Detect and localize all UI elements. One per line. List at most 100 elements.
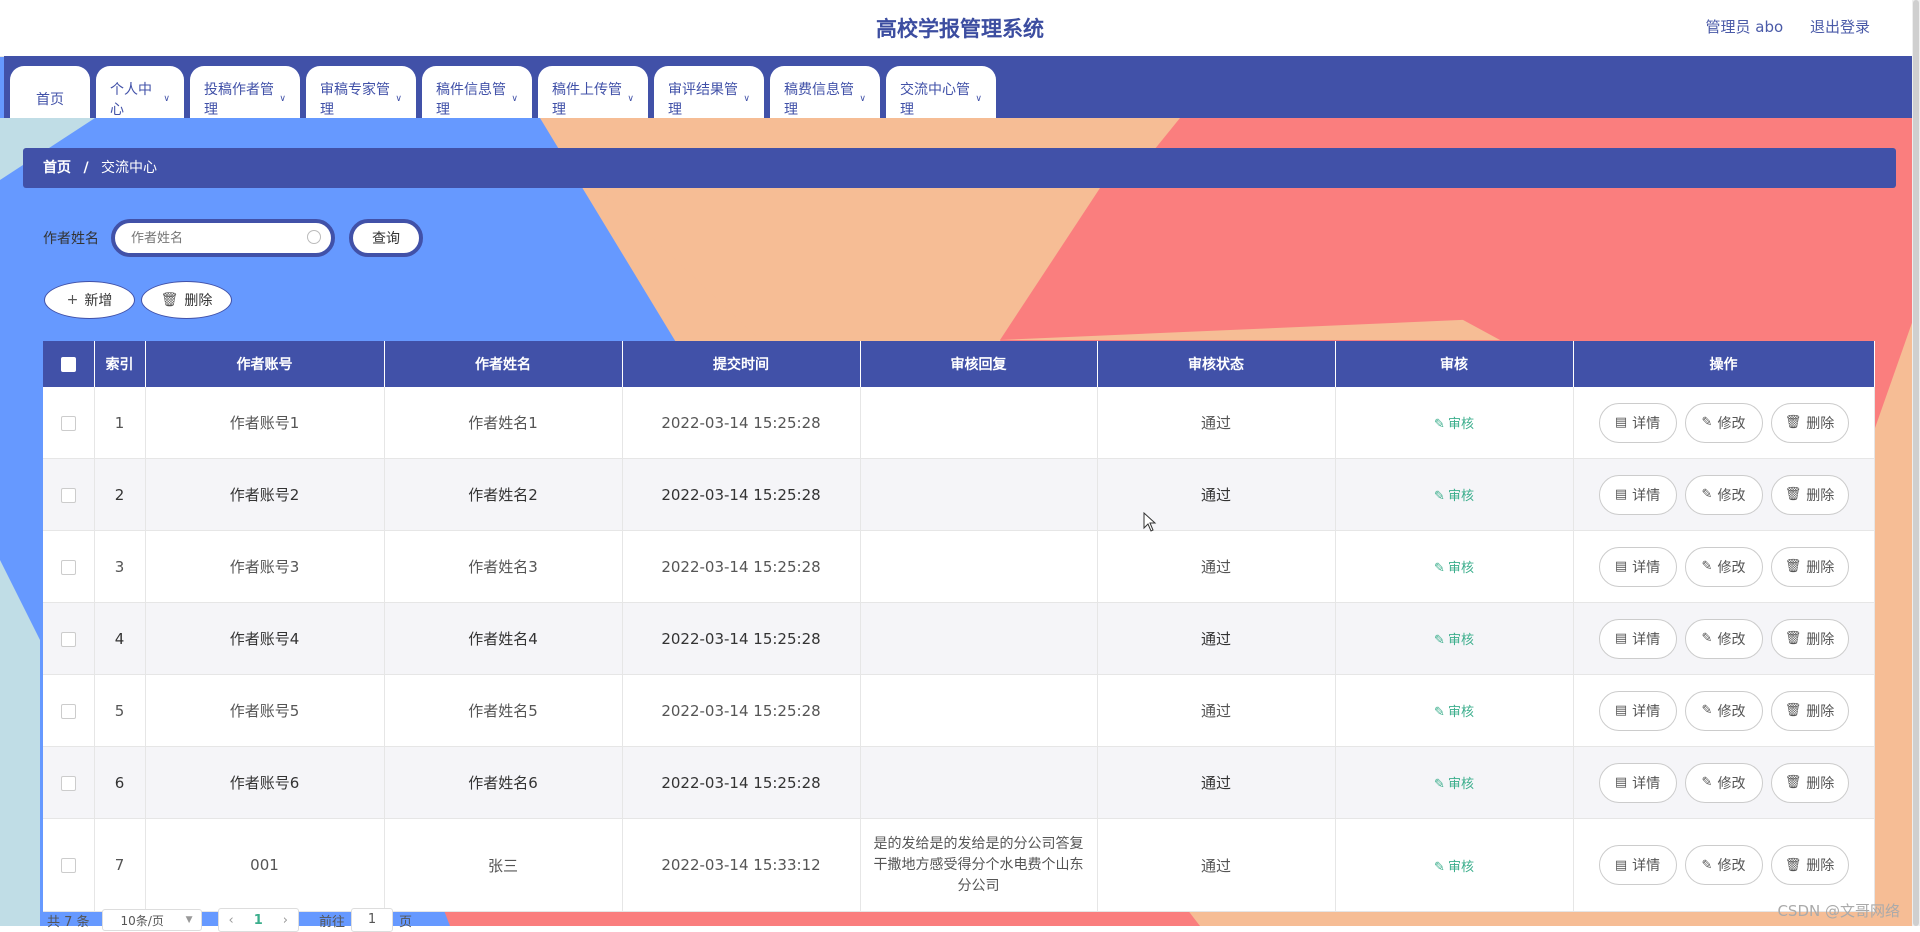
cell-name: 作者姓名2 — [384, 458, 623, 531]
delete-button[interactable]: 🗑 删除 — [1770, 402, 1849, 443]
current-page[interactable]: 1 — [244, 913, 273, 928]
edit-button[interactable]: ✎ 修改 — [1684, 474, 1763, 515]
nav-tab[interactable]: 个人中心 ∨ — [96, 66, 184, 118]
row-checkbox[interactable] — [60, 559, 76, 575]
header-ops: 操作 — [1573, 341, 1875, 387]
edit-button[interactable]: ✎ 修改 — [1684, 618, 1763, 659]
edit-button[interactable]: ✎ 修改 — [1684, 546, 1763, 587]
search-input[interactable] — [129, 229, 303, 247]
detail-button[interactable]: ▤ 详情 — [1598, 474, 1677, 515]
row-checkbox[interactable] — [60, 415, 76, 431]
table-row: 7 001 张三 2022-03-14 15:33:12 是的发给是的发给是的分公司答复… — [43, 818, 1875, 912]
pencil-icon: ✎ — [1434, 489, 1445, 504]
cell-audit: ✎ 审核 — [1335, 674, 1574, 747]
header-status: 审核状态 — [1097, 341, 1336, 387]
select-all-checkbox[interactable] — [60, 356, 76, 372]
cell-reply — [860, 530, 1098, 603]
detail-button[interactable]: ▤ 详情 — [1598, 845, 1677, 885]
audit-link[interactable]: ✎ 审核 — [1434, 777, 1474, 792]
search-button[interactable]: 查询 — [349, 219, 423, 257]
header-reply: 审核回复 — [860, 341, 1098, 387]
delete-button[interactable]: 🗑 删除 — [1770, 845, 1849, 885]
audit-link[interactable]: ✎ 审核 — [1434, 860, 1474, 875]
user-label[interactable]: 管理员 abo — [1706, 18, 1784, 36]
delete-button[interactable]: 🗑 删除 — [1770, 762, 1849, 803]
cell-ops: ▤ 详情 ✎ 修改 🗑 删除 — [1573, 458, 1875, 531]
delete-button[interactable]: 🗑 删除 — [1770, 474, 1849, 515]
goto-page-input[interactable]: 1 — [351, 908, 394, 932]
delete-button[interactable]: 🗑 删除 — [1770, 618, 1849, 659]
nav-tab[interactable]: 稿件上传管理 ∨ — [538, 66, 648, 118]
chevron-down-icon: ∨ — [511, 94, 518, 104]
prev-page-icon[interactable]: ‹ — [219, 913, 244, 928]
row-select-cell — [43, 387, 95, 459]
delete-button[interactable]: 🗑 删除 — [1770, 690, 1849, 731]
cell-reply — [860, 746, 1098, 819]
search-box — [111, 219, 335, 257]
detail-button[interactable]: ▤ 详情 — [1598, 690, 1677, 731]
nav-tab-label: 交流中心管理 — [900, 82, 970, 118]
header-index: 索引 — [94, 341, 146, 387]
cell-index: 1 — [94, 387, 146, 459]
document-icon: ▤ — [1614, 415, 1628, 430]
nav-tab[interactable]: 交流中心管理 ∨ — [886, 66, 996, 118]
next-page-icon[interactable]: › — [273, 913, 298, 928]
cell-submit-time: 2022-03-14 15:25:28 — [622, 602, 861, 675]
detail-label: 详情 — [1632, 487, 1661, 504]
pencil-icon: ✎ — [1701, 775, 1713, 790]
audit-link[interactable]: ✎ 审核 — [1434, 417, 1474, 432]
page-size-select[interactable]: 10条/页 ▼ — [101, 909, 202, 931]
delete-button[interactable]: 🗑 删除 — [1770, 546, 1849, 587]
delete-label: 删除 — [1806, 703, 1835, 720]
nav-tab[interactable]: 审评结果管理 ∨ — [654, 66, 764, 118]
detail-button[interactable]: ▤ 详情 — [1598, 546, 1677, 587]
detail-button[interactable]: ▤ 详情 — [1598, 762, 1677, 803]
breadcrumb-home[interactable]: 首页 — [43, 160, 71, 176]
row-select-cell — [43, 530, 95, 603]
detail-button[interactable]: ▤ 详情 — [1598, 618, 1677, 659]
chevron-down-icon: ∨ — [627, 94, 634, 104]
cell-ops: ▤ 详情 ✎ 修改 🗑 删除 — [1573, 530, 1875, 603]
row-checkbox[interactable] — [60, 703, 76, 719]
cell-name: 作者姓名4 — [384, 602, 623, 675]
audit-link[interactable]: ✎ 审核 — [1434, 705, 1474, 720]
logout-button[interactable]: 退出登录 — [1810, 18, 1870, 36]
nav-tab[interactable]: 首页 — [10, 66, 90, 118]
edit-button[interactable]: ✎ 修改 — [1684, 762, 1763, 803]
audit-link[interactable]: ✎ 审核 — [1434, 633, 1474, 648]
edit-button[interactable]: ✎ 修改 — [1684, 690, 1763, 731]
edit-button[interactable]: ✎ 修改 — [1684, 845, 1763, 885]
edit-label: 修改 — [1717, 559, 1746, 576]
cell-audit: ✎ 审核 — [1335, 818, 1574, 912]
row-checkbox[interactable] — [60, 858, 76, 873]
batch-delete-button[interactable]: 🗑 删除 — [141, 281, 232, 319]
detail-label: 详情 — [1632, 415, 1661, 432]
nav-tab[interactable]: 投稿作者管理 ∨ — [190, 66, 300, 118]
cell-submit-time: 2022-03-14 15:25:28 — [622, 746, 861, 819]
row-select-cell — [43, 458, 95, 531]
cell-reply: 是的发给是的发给是的分公司答复干撒地方感受得分个水电费个山东分公司 — [860, 818, 1098, 912]
audit-link[interactable]: ✎ 审核 — [1434, 489, 1474, 504]
cell-status: 通过 — [1097, 818, 1336, 912]
search-label: 作者姓名 — [43, 231, 99, 247]
header-account: 作者账号 — [145, 341, 385, 387]
nav-tabs: 首页 个人中心 ∨ 投稿作者管理 ∨ 审稿专家管理 ∨ 稿件信息管理 ∨ 稿件上传管理 ∨ 审评结果管… — [10, 66, 996, 118]
detail-button[interactable]: ▤ 详情 — [1598, 402, 1677, 443]
nav-tab[interactable]: 审稿专家管理 ∨ — [306, 66, 416, 118]
cell-status: 通过 — [1097, 458, 1336, 531]
nav-tab[interactable]: 稿件信息管理 ∨ — [422, 66, 532, 118]
row-checkbox[interactable] — [60, 631, 76, 647]
row-checkbox[interactable] — [60, 487, 76, 503]
nav-tab[interactable]: 稿费信息管理 ∨ — [770, 66, 880, 118]
detail-label: 详情 — [1632, 775, 1661, 792]
nav-tab-label: 首页 — [36, 92, 64, 108]
add-button[interactable]: + 新增 — [44, 281, 135, 319]
scrollbar-thumb[interactable] — [1913, 0, 1919, 926]
pencil-icon: ✎ — [1434, 633, 1445, 648]
pencil-icon: ✎ — [1434, 777, 1445, 792]
cell-audit: ✎ 审核 — [1335, 530, 1574, 603]
audit-link[interactable]: ✎ 审核 — [1434, 561, 1474, 576]
cell-status: 通过 — [1097, 674, 1336, 747]
row-checkbox[interactable] — [60, 775, 76, 791]
edit-button[interactable]: ✎ 修改 — [1684, 402, 1763, 443]
